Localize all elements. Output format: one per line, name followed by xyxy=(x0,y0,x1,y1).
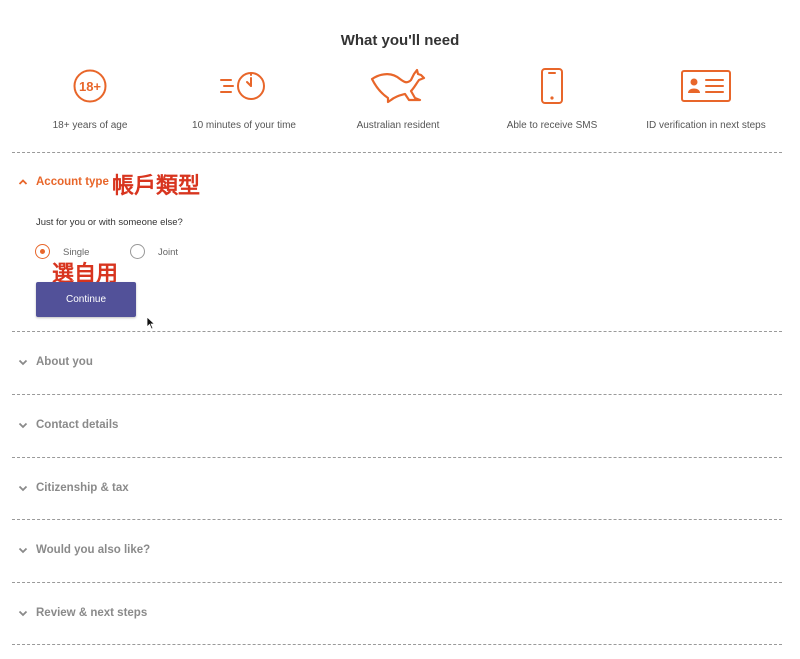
mouse-cursor-icon xyxy=(146,316,156,330)
chevron-down-icon xyxy=(18,359,28,366)
section-header-citizenship-tax[interactable]: Citizenship & tax xyxy=(18,482,129,494)
account-type-question: Just for you or with someone else? xyxy=(36,217,183,228)
id-card-icon xyxy=(681,70,731,102)
section-divider xyxy=(12,331,782,332)
requirement-label: Able to receive SMS xyxy=(506,120,598,131)
requirement-residency: Australian resident xyxy=(318,64,478,131)
section-divider xyxy=(12,582,782,583)
section-divider xyxy=(12,457,782,458)
requirement-label: 18+ years of age xyxy=(52,120,128,131)
section-title: About you xyxy=(36,356,93,368)
section-header-account-type[interactable]: Account type xyxy=(18,176,109,188)
requirement-id: ID verification in next steps xyxy=(626,64,786,131)
section-header-also-like[interactable]: Would you also like? xyxy=(18,544,150,556)
kangaroo-icon xyxy=(370,68,426,104)
section-title: Would you also like? xyxy=(36,544,151,556)
chevron-down-icon xyxy=(18,610,28,617)
chevron-up-icon xyxy=(18,179,28,185)
section-title: Account type xyxy=(36,176,109,188)
continue-button[interactable]: Continue xyxy=(36,282,136,317)
section-title: Citizenship & tax xyxy=(36,482,129,494)
svg-text:18+: 18+ xyxy=(79,79,101,94)
requirement-label: 10 minutes of your time xyxy=(192,120,296,131)
requirement-sms: Able to receive SMS xyxy=(472,64,632,131)
section-title: Review & next steps xyxy=(36,607,148,619)
section-divider xyxy=(12,394,782,395)
requirement-time: 10 minutes of your time xyxy=(164,64,324,131)
page-heading: What you'll need xyxy=(340,32,460,49)
section-header-review-next-steps[interactable]: Review & next steps xyxy=(18,607,147,619)
section-title: Contact details xyxy=(36,419,119,431)
chevron-down-icon xyxy=(18,422,28,429)
annotation-account-type: 帳戶類型 xyxy=(112,174,201,199)
requirement-label: Australian resident xyxy=(356,120,440,131)
mobile-phone-icon xyxy=(541,68,563,104)
age-18-plus-icon: 18+ xyxy=(73,69,107,103)
clock-time-icon xyxy=(220,72,265,100)
requirement-label: ID verification in next steps xyxy=(646,120,766,131)
requirements-list: 18+ 18+ years of age 10 minutes of your … xyxy=(0,64,800,134)
section-divider xyxy=(12,152,782,153)
radio-joint-label[interactable]: Joint xyxy=(158,247,178,258)
radio-single[interactable] xyxy=(35,244,50,259)
section-divider xyxy=(12,519,782,520)
section-header-contact-details[interactable]: Contact details xyxy=(18,419,118,431)
section-header-about-you[interactable]: About you xyxy=(18,356,93,368)
chevron-down-icon xyxy=(18,485,28,492)
radio-joint[interactable] xyxy=(130,244,145,259)
section-divider xyxy=(12,644,782,645)
requirement-age: 18+ 18+ years of age xyxy=(10,64,170,131)
chevron-down-icon xyxy=(18,547,28,554)
